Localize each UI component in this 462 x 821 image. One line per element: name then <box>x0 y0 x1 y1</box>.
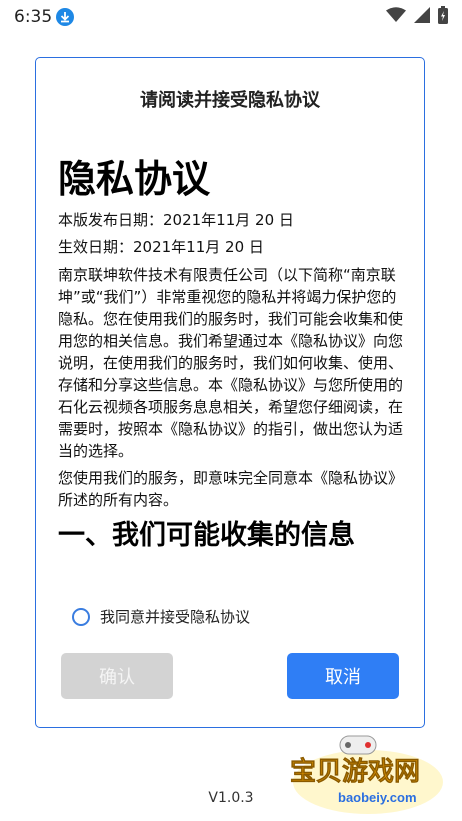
status-time: 6:35 <box>14 7 53 27</box>
cancel-button[interactable]: 取消 <box>287 653 399 699</box>
effective-date: 生效日期：2021年11月 20 日 <box>58 238 264 256</box>
agreement-paragraph: 南京联坤软件技术有限责任公司（以下简称“南京联坤”或“我们”）非常重视您的隐私并… <box>58 266 404 460</box>
agree-checkbox-row[interactable]: 我同意并接受隐私协议 <box>72 606 250 627</box>
agree-label: 我同意并接受隐私协议 <box>100 608 251 626</box>
document-title: 隐私协议 <box>58 157 211 201</box>
battery-charging-icon <box>438 6 448 28</box>
agreement-content[interactable]: 隐私协议 本版发布日期：2021年11月 20 日 生效日期：2021年11月 … <box>58 156 404 553</box>
watermark-logo: 宝贝游戏网 baobeiy.com <box>288 730 458 816</box>
svg-text:baobeiy.com: baobeiy.com <box>338 790 417 805</box>
signal-icon <box>414 7 430 27</box>
svg-text:宝贝游戏网: 宝贝游戏网 <box>290 756 420 786</box>
section-heading: 一、我们可能收集的信息 <box>58 520 355 551</box>
status-bar: 6:35 <box>0 0 462 34</box>
dialog-title: 请阅读并接受隐私协议 <box>140 90 320 111</box>
agree-radio[interactable] <box>72 607 90 626</box>
confirm-button[interactable]: 确认 <box>61 653 173 699</box>
wifi-icon <box>386 7 406 27</box>
agreement-paragraph: 您使用我们的服务，即意味完全同意本《隐私协议》所述的所有内容。 <box>58 469 404 509</box>
download-notification-icon <box>56 8 74 26</box>
privacy-dialog: 请阅读并接受隐私协议 隐私协议 本版发布日期：2021年11月 20 日 生效日… <box>35 57 425 728</box>
release-date: 本版发布日期：2021年11月 20 日 <box>58 211 294 229</box>
